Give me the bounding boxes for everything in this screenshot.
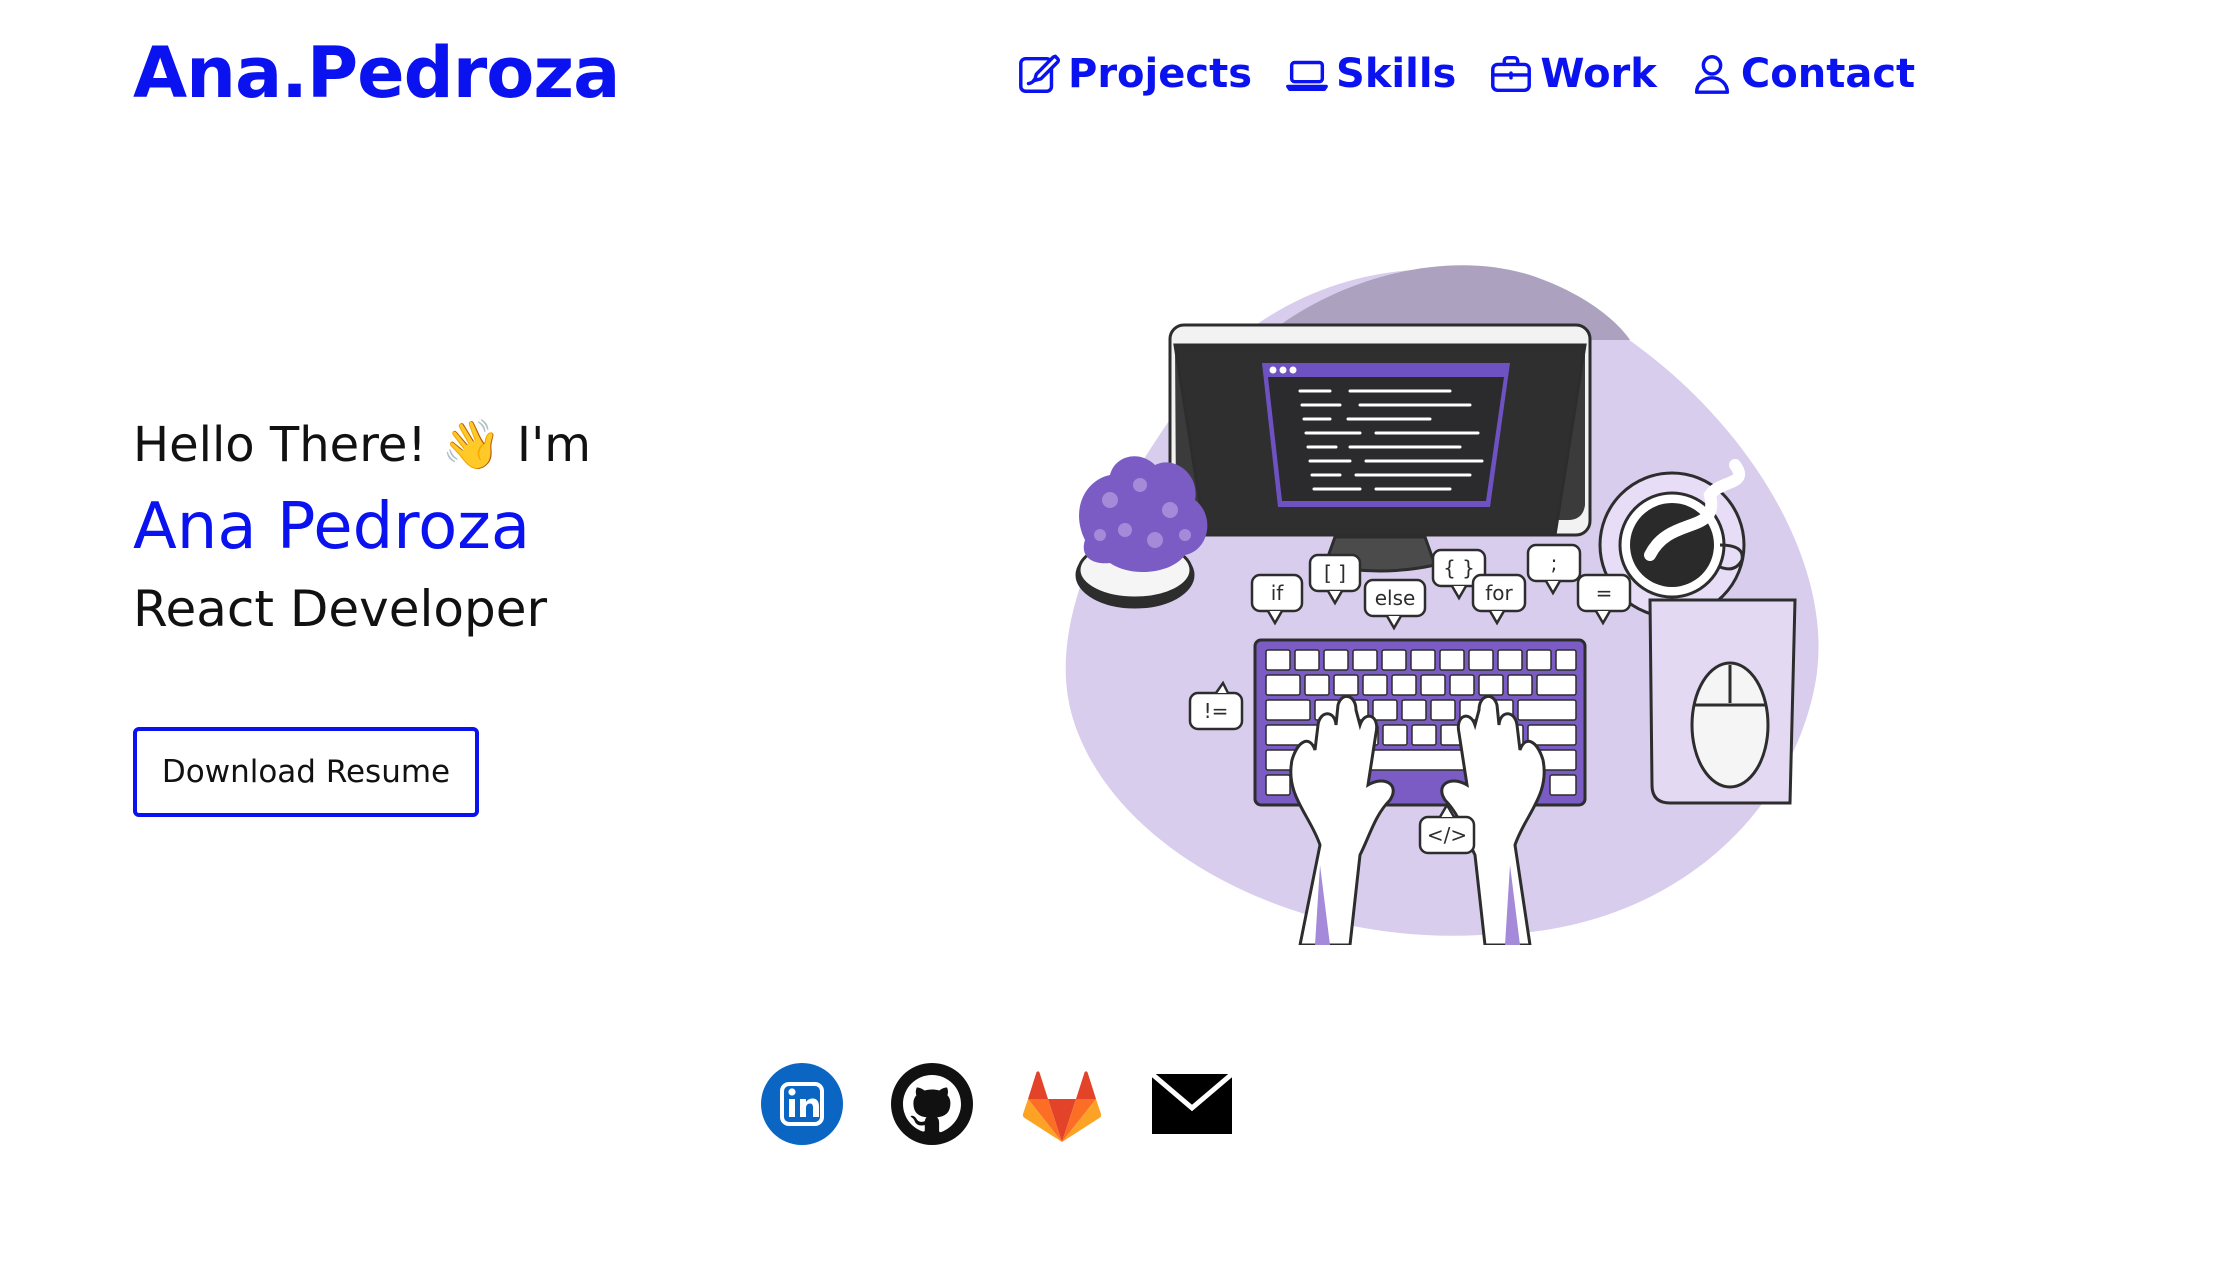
- main-nav: Projects Skills Work Contact: [1016, 44, 1915, 104]
- laptop-icon: [1284, 51, 1330, 97]
- hero-name: Ana Pedroza: [133, 490, 531, 564]
- svg-text:for: for: [1485, 581, 1513, 605]
- user-icon: [1689, 51, 1735, 97]
- briefcase-icon: [1488, 51, 1534, 97]
- svg-text:else: else: [1375, 586, 1416, 610]
- svg-text:;: ;: [1551, 551, 1558, 575]
- gitlab-icon[interactable]: [1020, 1062, 1104, 1146]
- nav-work-label: Work: [1540, 51, 1657, 97]
- site-logo[interactable]: Ana.Pedroza: [133, 30, 620, 116]
- svg-text:{ }: { }: [1443, 556, 1475, 580]
- linkedin-icon[interactable]: [760, 1062, 844, 1146]
- nav-projects-label: Projects: [1068, 51, 1253, 97]
- edit-icon: [1016, 51, 1062, 97]
- hero-greeting: Hello There! 👋 I'm: [133, 417, 592, 473]
- github-icon[interactable]: [890, 1062, 974, 1146]
- svg-text:=: =: [1596, 581, 1613, 605]
- svg-text:</>: </>: [1427, 823, 1467, 847]
- social-links: [760, 1062, 1234, 1146]
- hero-role: React Developer: [133, 580, 548, 638]
- svg-text:[ ]: [ ]: [1324, 561, 1346, 585]
- email-icon[interactable]: [1150, 1062, 1234, 1146]
- hero-intro: Hello There! 👋 I'm Ana Pedroza React Dev…: [133, 405, 833, 649]
- nav-projects[interactable]: Projects: [1016, 51, 1252, 97]
- nav-work[interactable]: Work: [1488, 51, 1657, 97]
- svg-text:!=: !=: [1204, 699, 1229, 723]
- download-resume-button[interactable]: Download Resume: [133, 727, 479, 817]
- nav-contact-label: Contact: [1740, 51, 1916, 97]
- nav-skills-label: Skills: [1336, 51, 1457, 97]
- developer-illustration: if [ ] else { } for ; = != </>: [1030, 255, 1830, 947]
- nav-skills[interactable]: Skills: [1284, 51, 1456, 97]
- site-header: Ana.Pedroza Projects Skills Work Contact: [0, 0, 2236, 150]
- svg-text:if: if: [1271, 581, 1285, 605]
- nav-contact[interactable]: Contact: [1689, 51, 1915, 97]
